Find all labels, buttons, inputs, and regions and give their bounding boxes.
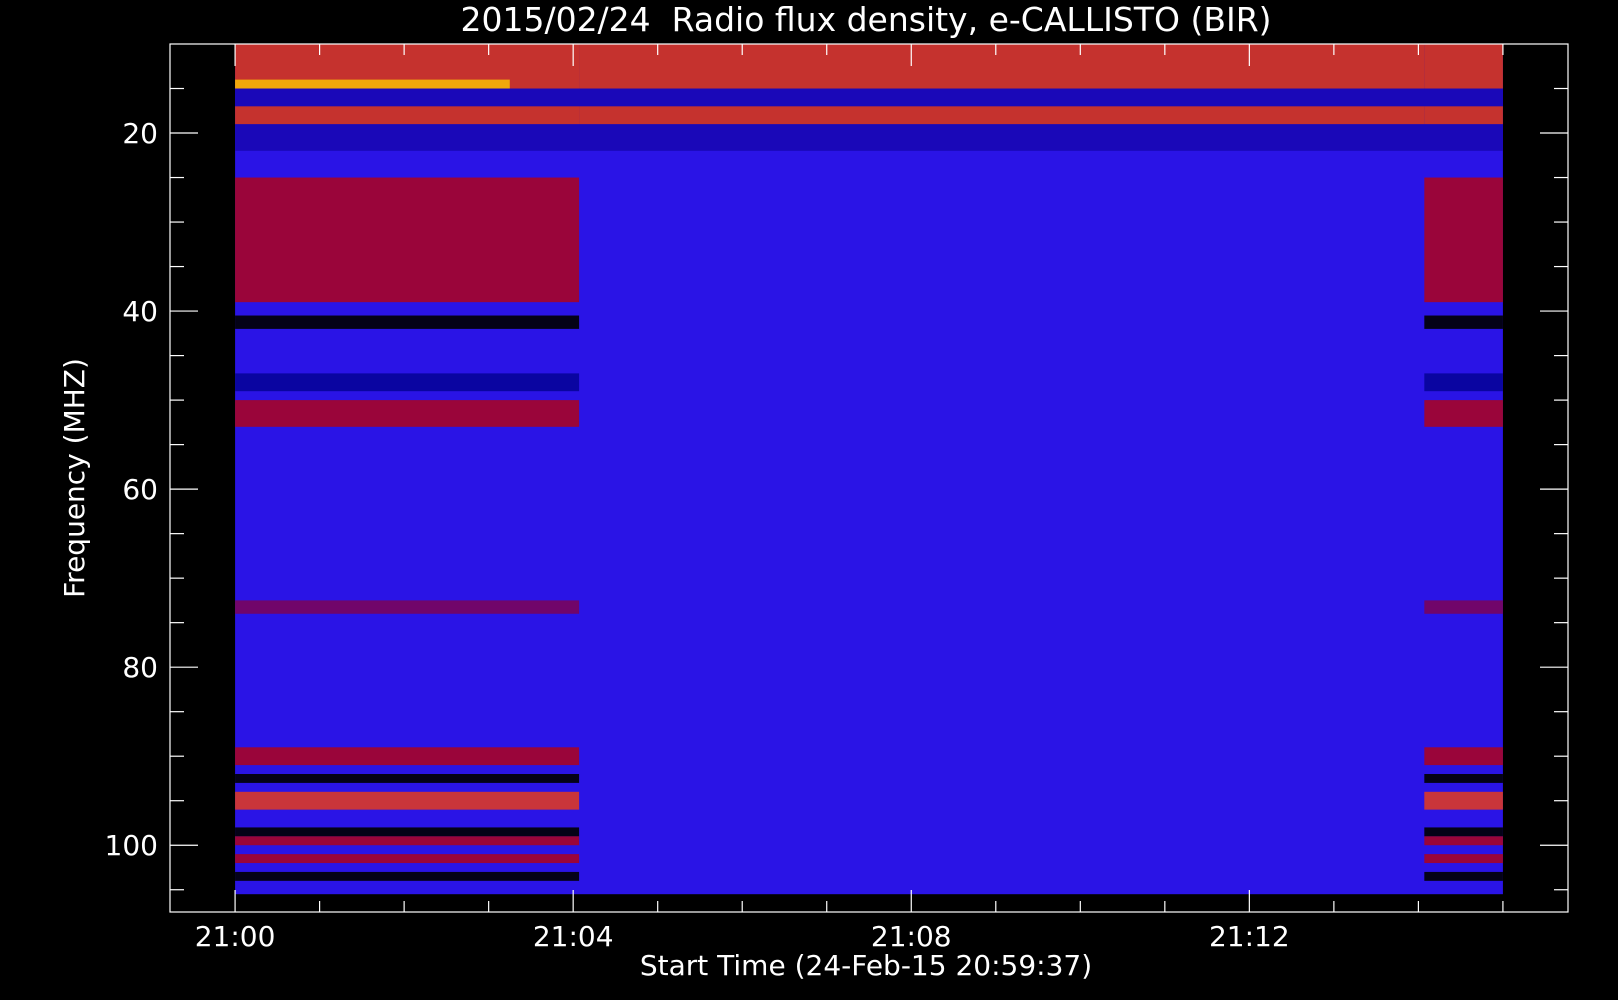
spectrogram-chart: 21:00 21:04 21:08 21:12 20406080100 2015/02… (0, 0, 1618, 1000)
x-axis-label: Start Time (24-Feb-15 20:59:37) (640, 949, 1092, 982)
heatmap-band-12 (1424, 836, 1503, 846)
x-tick-label: 21:12 (1209, 920, 1290, 953)
heatmap-band-2 (235, 106, 580, 125)
heatmap-band-13 (1424, 854, 1503, 864)
y-tick-label: 100 (105, 829, 158, 862)
heatmap-band-13 (235, 854, 580, 864)
heatmap-band-0 (1424, 44, 1503, 89)
heatmap-band-7 (235, 600, 580, 614)
heatmap-band-3 (235, 177, 580, 303)
heatmap-band-7 (1424, 600, 1503, 614)
heatmap-band-12 (235, 836, 580, 846)
heatmap-band-8 (235, 747, 580, 766)
y-axis-label: Frequency (MHZ) (58, 358, 91, 598)
heatmap-band-4 (235, 315, 580, 329)
heatmap-band-5 (235, 373, 580, 392)
chart-title: 2015/02/24 Radio flux density, e-CALLIST… (460, 0, 1271, 39)
heatmap-band-11 (235, 827, 580, 837)
heatmap-band-14 (1424, 871, 1503, 881)
heatmap-band-10 (235, 791, 580, 810)
heatmap-band-11 (1424, 827, 1503, 837)
heatmap-layer (235, 44, 1503, 895)
heatmap-band-14 (235, 871, 580, 881)
heatmap-band-0 (579, 44, 1425, 89)
heatmap-band-4 (1424, 315, 1503, 329)
y-tick-label: 60 (122, 473, 158, 506)
y-tick-label: 80 (122, 651, 158, 684)
heatmap-band-1 (235, 79, 510, 89)
heatmap-band-5 (1424, 373, 1503, 392)
x-tick-label: 21:04 (533, 920, 614, 953)
y-tick-label: 40 (122, 295, 158, 328)
y-tick-label: 20 (122, 117, 158, 150)
heatmap-band-8 (1424, 747, 1503, 766)
heatmap-background (235, 44, 1503, 895)
heatmap-band-2 (1424, 106, 1503, 125)
heatmap-band-10 (1424, 791, 1503, 810)
heatmap-band-3 (1424, 177, 1503, 303)
heatmap-band-9 (1424, 774, 1503, 783)
heatmap-band-9 (235, 774, 580, 783)
heatmap-band-6 (235, 400, 580, 427)
x-tick-label: 21:00 (195, 920, 276, 953)
heatmap-band-2 (579, 106, 1425, 125)
heatmap-band-6 (1424, 400, 1503, 427)
